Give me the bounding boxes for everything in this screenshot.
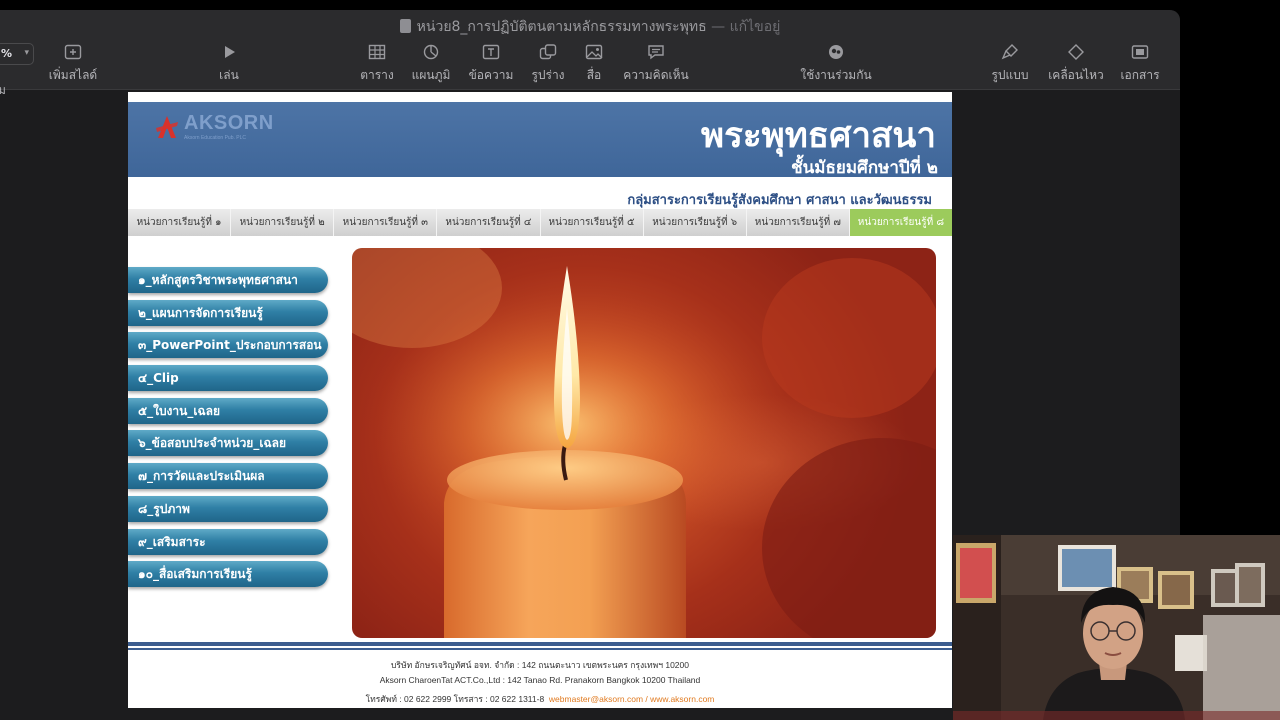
chart-button[interactable]: แผนภูมิ — [408, 44, 454, 85]
document-label: เอกสาร — [1120, 68, 1160, 82]
logo-text: AKSORN — [184, 112, 274, 134]
candle-image — [352, 248, 936, 638]
document-name: หน่วย8_การปฏิบัติตนตามหลักธรรมทางพระพุทธ — [416, 19, 707, 35]
format-button[interactable]: รูปแบบ — [988, 44, 1032, 85]
footer-address-en: Aksorn CharoenTat ACT.Co.,Ltd : 142 Tana… — [379, 675, 701, 685]
text-box-icon — [482, 44, 500, 60]
screen: หน่วย8_การปฏิบัติตนตามหลักธรรมทางพระพุทธ… — [0, 0, 1280, 720]
table-label: ตาราง — [360, 68, 394, 82]
add-slide-label: เพิ่มสไลด์ — [48, 68, 98, 82]
footer-rule — [128, 642, 952, 652]
format-label: รูปแบบ — [991, 68, 1029, 82]
text-label: ข้อความ — [468, 68, 514, 82]
footer-address-th: บริษัท อักษรเจริญทัศน์ อจท. จำกัด : 142 … — [391, 660, 689, 670]
unit-tabs: หน่วยการเรียนรู้ที่ ๑ หน่วยการเรียนรู้ที… — [128, 209, 952, 236]
slide-top-strip — [128, 92, 952, 102]
menu-clip-button[interactable]: ๔_Clip — [128, 365, 328, 392]
tab-unit-8[interactable]: หน่วยการเรียนรู้ที่ ๘ — [849, 209, 952, 236]
media-button[interactable]: สื่อ — [580, 44, 608, 85]
menu-pictures-button[interactable]: ๘_รูปภาพ — [128, 495, 328, 522]
add-slide-button[interactable]: เพิ่มสไลด์ — [45, 44, 101, 85]
subject-group: กลุ่มสาระการเรียนรู้สังคมศึกษา ศาสนา และ… — [627, 193, 932, 208]
tab-unit-5[interactable]: หน่วยการเรียนรู้ที่ ๕ — [540, 209, 644, 236]
menu-unit-test-button[interactable]: ๖_ข้อสอบประจำหน่วย_เฉลย — [128, 430, 328, 457]
document-file-icon — [399, 19, 411, 33]
menu-extra-content-button[interactable]: ๙_เสริมสาระ — [128, 528, 328, 555]
window-title: หน่วย8_การปฏิบัติตนตามหลักธรรมทางพระพุทธ… — [0, 16, 1180, 38]
zoom-select[interactable]: % ▾ — [0, 43, 34, 65]
comment-button[interactable]: ความคิดเห็น — [620, 44, 692, 85]
logo-subtext: Aksorn Education Pub. PLC — [184, 135, 246, 141]
slide-subtitle: ชั้นมัธยมศึกษาปีที่ ๒ — [791, 158, 938, 178]
menu-learning-media-button[interactable]: ๑๐_สื่อเสริมการเรียนรู้ — [128, 561, 328, 588]
shape-icon — [539, 44, 557, 60]
collaborate-button[interactable]: ใช้งานร่วมกัน — [798, 44, 874, 85]
toolbar: หน่วย8_การปฏิบัติตนตามหลักธรรมทางพระพุทธ… — [0, 10, 1180, 97]
footer-links[interactable]: webmaster@aksorn.com / www.aksorn.com — [549, 694, 714, 704]
media-icon — [585, 44, 603, 60]
menu-curriculum-button[interactable]: ๑_หลักสูตรวิชาพระพุทธศาสนา — [128, 267, 328, 293]
table-icon — [368, 44, 386, 60]
comment-icon — [647, 44, 665, 60]
tab-unit-3[interactable]: หน่วยการเรียนรู้ที่ ๓ — [334, 209, 438, 236]
webcam-feed — [953, 535, 1280, 720]
menu-worksheet-button[interactable]: ๕_ใบงาน_เฉลย — [128, 397, 328, 424]
webcam-overlay — [953, 535, 1280, 720]
resource-menu: ๑_หลักสูตรวิชาพระพุทธศาสนา ๒_แผนการจัดกา… — [128, 267, 328, 594]
chevron-down-icon: ▾ — [24, 48, 29, 58]
tab-unit-7[interactable]: หน่วยการเรียนรู้ที่ ๗ — [746, 209, 850, 236]
play-icon — [220, 44, 238, 60]
table-button[interactable]: ตาราง — [357, 44, 397, 85]
footer-contact: โทรศัพท์ : 02 622 2999 โทรสาร : 02 622 1… — [128, 692, 952, 706]
chart-label: แผนภูมิ — [411, 68, 451, 82]
menu-powerpoint-button[interactable]: ๓_PowerPoint_ประกอบการสอน — [128, 332, 328, 359]
shape-button[interactable]: รูปร่าง — [528, 44, 568, 85]
aksorn-logo-icon — [156, 116, 178, 138]
chart-icon — [422, 44, 440, 60]
animate-button[interactable]: เคลื่อนไหว — [1045, 44, 1107, 85]
document-icon — [1131, 44, 1149, 60]
tab-unit-1[interactable]: หน่วยการเรียนรู้ที่ ๑ — [128, 209, 232, 236]
tab-unit-6[interactable]: หน่วยการเรียนรู้ที่ ๖ — [643, 209, 747, 236]
menu-assessment-button[interactable]: ๗_การวัดและประเมินผล — [128, 463, 328, 490]
animate-label: เคลื่อนไหว — [1048, 68, 1104, 82]
document-button[interactable]: เอกสาร — [1118, 44, 1162, 85]
menu-lesson-plan-button[interactable]: ๒_แผนการจัดการเรียนรู้ — [128, 299, 328, 326]
zoom-label: ม — [0, 83, 6, 97]
tab-unit-4[interactable]: หน่วยการเรียนรู้ที่ ๔ — [437, 209, 541, 236]
format-brush-icon — [1001, 44, 1019, 60]
comment-label: ความคิดเห็น — [623, 68, 689, 82]
animate-icon — [1067, 44, 1085, 60]
shape-label: รูปร่าง — [531, 68, 565, 82]
play-label: เล่น — [219, 68, 239, 82]
footer-phone: โทรศัพท์ : 02 622 2999 โทรสาร : 02 622 1… — [365, 694, 545, 704]
slide-canvas[interactable]: AKSORN Aksorn Education Pub. PLC พระพุทธ… — [128, 92, 952, 708]
text-button[interactable]: ข้อความ — [466, 44, 516, 85]
tab-unit-2[interactable]: หน่วยการเรียนรู้ที่ ๒ — [231, 209, 335, 236]
zoom-value: % — [1, 47, 13, 60]
edited-status: — แก้ไขอยู่ — [711, 19, 781, 35]
title-banner: AKSORN Aksorn Education Pub. PLC พระพุทธ… — [128, 102, 952, 178]
play-button[interactable]: เล่น — [210, 44, 248, 85]
collaborate-icon — [827, 44, 845, 60]
media-label: สื่อ — [586, 68, 602, 82]
collaborate-label: ใช้งานร่วมกัน — [800, 68, 872, 82]
add-slide-icon — [64, 44, 82, 60]
